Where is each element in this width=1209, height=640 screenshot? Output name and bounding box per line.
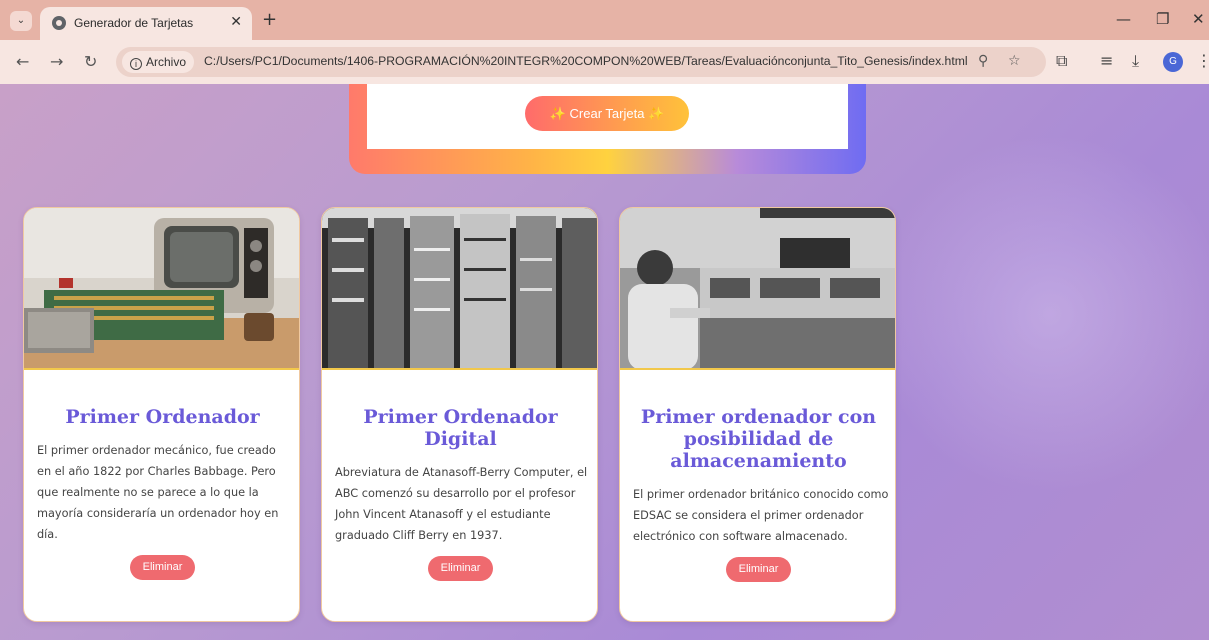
- site-chip-label: Archivo: [146, 55, 187, 69]
- menu-icon[interactable]: ⋮: [1196, 51, 1209, 70]
- tab-title: Generador de Tarjetas: [74, 16, 194, 30]
- vintage-computer-photo: [24, 208, 299, 368]
- card-image-abc-computer: [322, 208, 597, 370]
- card-body: Primer Ordenador Digital Abreviatura de …: [322, 372, 597, 621]
- address-bar[interactable]: i Archivo C:/Users/PC1/Documents/1406-PRO…: [116, 47, 1046, 77]
- site-info-chip[interactable]: i Archivo: [122, 51, 195, 73]
- minimize-icon[interactable]: —: [1116, 10, 1131, 28]
- delete-button[interactable]: Eliminar: [427, 556, 494, 581]
- back-icon[interactable]: ←: [16, 52, 29, 71]
- avatar[interactable]: G: [1163, 52, 1183, 72]
- new-tab-button[interactable]: +: [262, 9, 277, 30]
- card-title: Primer Ordenador Digital: [363, 406, 558, 450]
- mainframe-racks-photo: [322, 208, 597, 368]
- browser-toolbar: ← → ↻ i Archivo C:/Users/PC1/Documents/14…: [0, 40, 1209, 84]
- page-viewport: ✨ Crear Tarjeta ✨ Primer Ordenador El pr…: [0, 84, 1209, 640]
- create-card-button[interactable]: ✨ Crear Tarjeta ✨: [525, 96, 689, 131]
- card-text: El primer ordenador británico conocido c…: [633, 488, 889, 543]
- card-image-apple-computer: [24, 208, 299, 370]
- delete-button[interactable]: Eliminar: [725, 557, 792, 582]
- forward-icon[interactable]: →: [50, 52, 63, 71]
- card-text: Abreviatura de Atanasoff-Berry Computer,…: [335, 466, 588, 542]
- globe-icon: [52, 16, 66, 30]
- card-body: Primer ordenador con posibilidad de alma…: [620, 372, 895, 621]
- extensions-icon[interactable]: ⧉: [1056, 51, 1067, 71]
- card-title: Primer Ordenador: [65, 406, 260, 428]
- card: Primer ordenador con posibilidad de alma…: [619, 207, 896, 622]
- card-image-edsac-computer: [620, 208, 895, 370]
- zoom-icon[interactable]: ⚲: [978, 53, 988, 69]
- browser-tab[interactable]: Generador de Tarjetas ✕: [40, 7, 252, 40]
- card: Primer Ordenador El primer ordenador mec…: [23, 207, 300, 622]
- tab-search-button[interactable]: ⌄: [10, 11, 32, 31]
- card-title: Primer ordenador con posibilidad de alma…: [640, 406, 877, 472]
- close-tab-icon[interactable]: ✕: [230, 14, 242, 30]
- operator-console-photo: [620, 208, 895, 368]
- card-form: ✨ Crear Tarjeta ✨: [367, 84, 848, 149]
- reload-icon[interactable]: ↻: [84, 52, 97, 71]
- browser-tab-bar: ⌄ Generador de Tarjetas ✕ + — ❐ ✕: [0, 0, 1209, 40]
- download-icon[interactable]: ⤓: [1132, 51, 1139, 71]
- delete-button[interactable]: Eliminar: [129, 555, 196, 580]
- reading-list-icon[interactable]: ≡: [1100, 51, 1113, 70]
- card: Primer Ordenador Digital Abreviatura de …: [321, 207, 598, 622]
- restore-icon[interactable]: ❐: [1156, 10, 1169, 28]
- card-text: El primer ordenador mecánico, fue creado…: [37, 444, 279, 541]
- close-window-icon[interactable]: ✕: [1192, 10, 1205, 28]
- card-body: Primer Ordenador El primer ordenador mec…: [24, 372, 299, 621]
- info-icon: i: [130, 58, 142, 70]
- card-form-container: ✨ Crear Tarjeta ✨: [349, 84, 866, 174]
- url-text[interactable]: C:/Users/PC1/Documents/1406-PROGRAMACIÓN…: [204, 54, 968, 68]
- star-icon[interactable]: ☆: [1008, 53, 1021, 69]
